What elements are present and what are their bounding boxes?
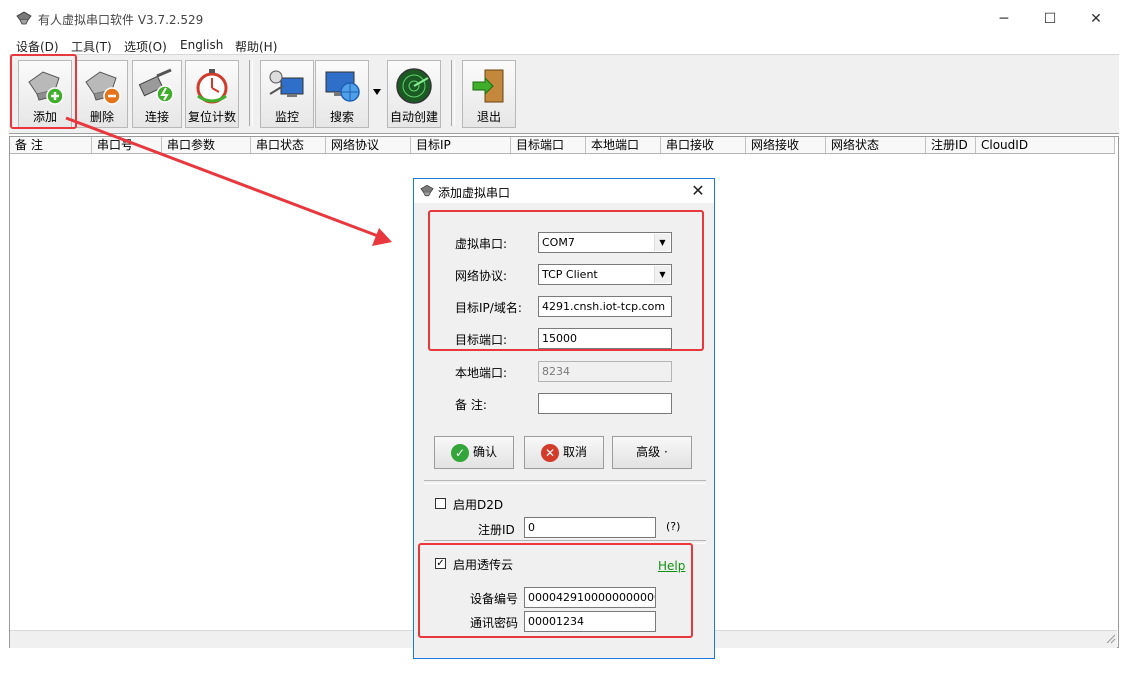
note-input[interactable] (538, 393, 672, 414)
d2d-label: 启用D2D (453, 498, 504, 512)
col-reg-id[interactable]: 注册ID (926, 137, 976, 153)
auto-create-button[interactable]: 自动创建 (387, 60, 441, 128)
col-port[interactable]: 串口号 (92, 137, 162, 153)
col-net-rx[interactable]: 网络接收 (746, 137, 826, 153)
stopwatch-icon (196, 69, 228, 104)
delete-button[interactable]: 删除 (76, 60, 128, 128)
menu-english[interactable]: English (180, 38, 223, 52)
col-port-status[interactable]: 串口状态 (251, 137, 326, 153)
local-port-label: 本地端口: (455, 366, 508, 380)
search-network-icon (325, 71, 360, 102)
radar-icon (396, 68, 432, 104)
minimize-button[interactable]: ─ (981, 6, 1027, 32)
close-button[interactable]: ✕ (1073, 6, 1119, 32)
menu-bar (0, 36, 1131, 54)
connect-label: 连接 (144, 110, 169, 124)
divider (424, 480, 706, 484)
col-net-status[interactable]: 网络状态 (826, 137, 926, 153)
col-protocol[interactable]: 网络协议 (326, 137, 411, 153)
col-port-rx[interactable]: 串口接收 (661, 137, 746, 153)
col-cloud-id[interactable]: CloudID (976, 137, 1115, 153)
menu-options[interactable]: 选项(O) (124, 38, 167, 55)
search-label: 搜索 (329, 110, 354, 124)
col-local-port[interactable]: 本地端口 (586, 137, 661, 153)
resize-grip-icon[interactable] (1104, 632, 1116, 644)
d2d-checkbox[interactable] (435, 498, 446, 509)
col-target-port[interactable]: 目标端口 (511, 137, 586, 153)
col-port-params[interactable]: 串口参数 (162, 137, 251, 153)
monitor-label: 监控 (274, 110, 299, 124)
dialog-app-icon (420, 184, 434, 197)
reset-count-label: 复位计数 (187, 110, 236, 124)
monitor-button[interactable]: 监控 (260, 60, 314, 128)
dialog-close-button[interactable]: ✕ (688, 181, 708, 201)
reset-count-button[interactable]: 复位计数 (185, 60, 239, 128)
search-button[interactable]: 搜索 (315, 60, 369, 128)
toolbar-separator (249, 60, 253, 126)
ok-button[interactable]: ✓ 确认 (434, 436, 514, 469)
col-note[interactable]: 备 注 (10, 137, 92, 153)
ok-label: 确认 (472, 445, 497, 459)
window-title: 有人虚拟串口软件 V3.7.2.529 (38, 13, 204, 27)
reg-id-label: 注册ID (478, 523, 515, 537)
delete-port-icon (85, 71, 121, 105)
app-icon (16, 11, 32, 25)
monitor-icon (269, 70, 304, 97)
delete-label: 删除 (89, 110, 114, 124)
local-port-input: 8234 (538, 361, 672, 382)
check-icon: ✓ (450, 443, 469, 462)
menu-device[interactable]: 设备(D) (16, 38, 59, 55)
note-label: 备 注: (455, 398, 487, 412)
exit-door-icon (472, 69, 504, 103)
menu-tools[interactable]: 工具(T) (71, 38, 112, 55)
connect-icon (138, 68, 174, 103)
connect-button[interactable]: 连接 (132, 60, 182, 128)
search-dropdown-icon[interactable] (372, 88, 382, 96)
cloud-settings-highlight (418, 543, 693, 638)
cancel-button[interactable]: ✕ 取消 (524, 436, 604, 469)
exit-label: 退出 (476, 110, 501, 124)
auto-create-label: 自动创建 (389, 110, 438, 124)
reg-id-input[interactable]: 0 (524, 517, 656, 538)
maximize-button[interactable]: ☐ (1027, 6, 1073, 32)
reg-id-help[interactable]: (?) (666, 520, 680, 533)
toolbar-separator (451, 60, 455, 126)
advanced-button[interactable]: 高级 · (612, 436, 692, 469)
dialog-title: 添加虚拟串口 (438, 186, 511, 200)
cancel-label: 取消 (562, 445, 587, 459)
col-target-ip[interactable]: 目标IP (411, 137, 511, 153)
menu-help[interactable]: 帮助(H) (235, 38, 277, 55)
close-icon: ✕ (540, 443, 559, 462)
exit-button[interactable]: 退出 (462, 60, 516, 128)
add-button-highlight (10, 54, 77, 129)
connection-settings-highlight (428, 210, 704, 351)
